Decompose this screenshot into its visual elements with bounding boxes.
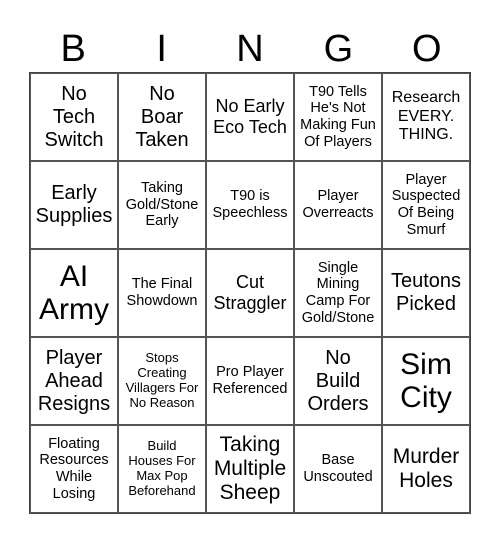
bingo-cell[interactable]: Sim City bbox=[382, 337, 470, 425]
header-letter-g: G bbox=[323, 28, 354, 70]
bingo-cell[interactable]: T90 is Speechless bbox=[206, 161, 294, 249]
bingo-cell[interactable]: No Early Eco Tech bbox=[206, 73, 294, 161]
bingo-cell[interactable]: Stops Creating Villagers For No Reason bbox=[118, 337, 206, 425]
bingo-cell[interactable]: Pro Player Referenced bbox=[206, 337, 294, 425]
bingo-cell[interactable]: No Tech Switch bbox=[30, 73, 118, 161]
header-letter-i: I bbox=[156, 28, 167, 70]
bingo-cell[interactable]: Taking Gold/Stone Early bbox=[118, 161, 206, 249]
bingo-cell[interactable]: Player Suspected Of Being Smurf bbox=[382, 161, 470, 249]
bingo-cell[interactable]: Player Overreacts bbox=[294, 161, 382, 249]
bingo-cell[interactable]: AI Army bbox=[30, 249, 118, 337]
bingo-cell[interactable]: Single Mining Camp For Gold/Stone bbox=[294, 249, 382, 337]
bingo-cell[interactable]: The Final Showdown bbox=[118, 249, 206, 337]
bingo-cell[interactable]: Murder Holes bbox=[382, 425, 470, 513]
bingo-cell[interactable]: Player Ahead Resigns bbox=[30, 337, 118, 425]
header-letter-o: O bbox=[412, 28, 442, 70]
bingo-cell[interactable]: Teutons Picked bbox=[382, 249, 470, 337]
bingo-cell[interactable]: No Boar Taken bbox=[118, 73, 206, 161]
bingo-cell[interactable]: No Build Orders bbox=[294, 337, 382, 425]
bingo-cell[interactable]: T90 Tells He's Not Making Fun Of Players bbox=[294, 73, 382, 161]
bingo-cell[interactable]: Build Houses For Max Pop Beforehand bbox=[118, 425, 206, 513]
bingo-cell[interactable]: Early Supplies bbox=[30, 161, 118, 249]
bingo-cell[interactable]: Research EVERY. THING. bbox=[382, 73, 470, 161]
bingo-cell[interactable]: Cut Straggler bbox=[206, 249, 294, 337]
bingo-board: No Tech Switch No Boar Taken No Early Ec… bbox=[29, 72, 471, 514]
header-letter-n: N bbox=[236, 28, 264, 70]
bingo-cell[interactable]: Taking Multiple Sheep bbox=[206, 425, 294, 513]
header-letter-b: B bbox=[60, 28, 86, 70]
bingo-header: B I N G O bbox=[29, 26, 471, 72]
bingo-cell[interactable]: Base Unscouted bbox=[294, 425, 382, 513]
bingo-cell[interactable]: Floating Resources While Losing bbox=[30, 425, 118, 513]
